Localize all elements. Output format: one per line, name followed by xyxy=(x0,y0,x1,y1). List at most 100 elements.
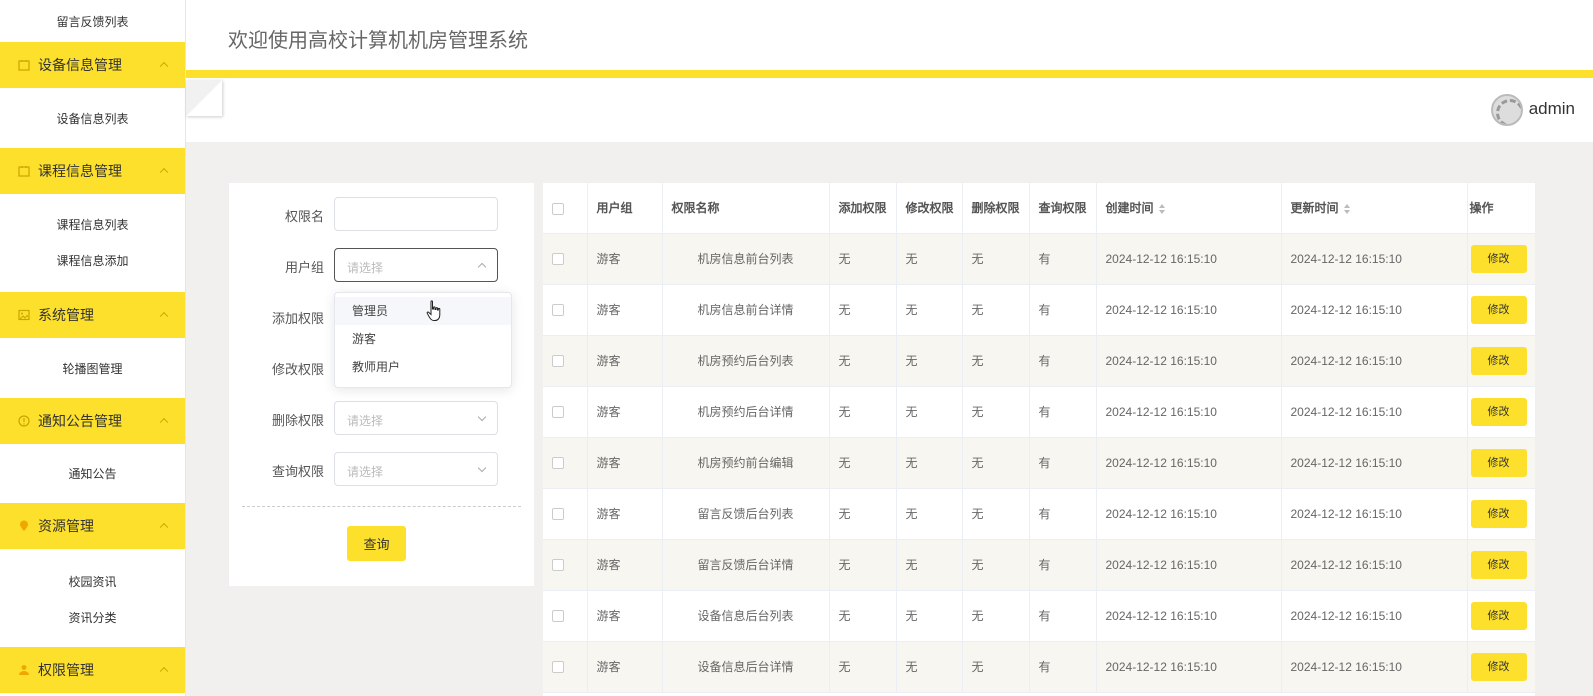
table-row: 游客 机房预约后台列表无无无有 2024-12-12 16:15:10 2024-12… xyxy=(543,335,1535,387)
row-checkbox[interactable] xyxy=(552,559,564,572)
col-header-created[interactable]: 创建时间 xyxy=(1096,183,1282,234)
sidebar-group-notice[interactable]: 通知公告管理 xyxy=(0,398,185,444)
sidebar-item-notice[interactable]: 通知公告 xyxy=(0,444,185,503)
edit-button[interactable]: 修改 xyxy=(1470,448,1527,477)
cell-user-group: 游客 xyxy=(587,590,663,642)
col-header: 权限名称 xyxy=(662,183,830,234)
cell-query: 有 xyxy=(1029,386,1097,438)
edit-button[interactable]: 修改 xyxy=(1470,346,1527,375)
chevron-up-icon xyxy=(159,522,169,532)
edit-button[interactable]: 修改 xyxy=(1470,550,1527,579)
cell-actions: 修改 xyxy=(1467,233,1535,285)
cell-actions: 修改 xyxy=(1467,539,1535,591)
cell-perm-name: 机房信息前台列表 xyxy=(662,233,830,285)
row-checkbox[interactable] xyxy=(552,661,564,674)
form-row-query: 查询权限 请选择 xyxy=(229,452,534,486)
cell-add: 无 xyxy=(829,335,897,387)
sidebar-item-carousel[interactable]: 轮播图管理 xyxy=(0,338,185,398)
edit-button[interactable]: 修改 xyxy=(1470,397,1527,426)
form-row-perm-name: 权限名 xyxy=(229,197,534,231)
cell-actions: 修改 xyxy=(1467,641,1535,693)
perm-name-input[interactable] xyxy=(334,197,498,231)
dropdown-option-teacher[interactable]: 教师用户 xyxy=(335,353,511,381)
cell-updated: 2024-12-12 16:15:10 xyxy=(1281,335,1468,387)
row-checkbox[interactable] xyxy=(552,508,564,521)
sidebar-group-device[interactable]: 设备信息管理 xyxy=(0,42,185,88)
sidebar-group-course[interactable]: 课程信息管理 xyxy=(0,148,185,194)
divider xyxy=(242,506,521,507)
sidebar-group-resources[interactable]: 资源管理 xyxy=(0,503,185,549)
sidebar-item-course-add[interactable]: 课程信息添加 xyxy=(0,242,185,292)
cell-add: 无 xyxy=(829,386,897,438)
user-group-select[interactable]: 请选择 xyxy=(334,248,498,282)
edit-button[interactable]: 修改 xyxy=(1470,601,1527,630)
username[interactable]: admin xyxy=(1529,99,1575,119)
sidebar-group-system[interactable]: 系统管理 xyxy=(0,292,185,338)
row-checkbox[interactable] xyxy=(552,253,564,266)
dropdown-option-guest[interactable]: 游客 xyxy=(335,325,511,353)
sidebar-item-news-category[interactable]: 资讯分类 xyxy=(0,599,185,647)
cell-delete: 无 xyxy=(962,641,1030,693)
cell-perm-name: 机房预约后台详情 xyxy=(662,386,830,438)
cell-user-group: 游客 xyxy=(587,335,663,387)
delete-perm-select[interactable]: 请选择 xyxy=(334,401,498,435)
select-all-checkbox[interactable] xyxy=(552,202,564,215)
query-perm-select[interactable]: 请选择 xyxy=(334,452,498,486)
table-row: 游客 设备信息后台列表无无无有 2024-12-12 16:15:10 2024-12… xyxy=(543,590,1535,642)
page-title: 欢迎使用高校计算机机房管理系统 xyxy=(228,30,528,52)
table-row: 游客 机房预约后台详情无无无有 2024-12-12 16:15:10 2024-12… xyxy=(543,386,1535,438)
query-button[interactable]: 查询 xyxy=(347,526,406,561)
edit-button[interactable]: 修改 xyxy=(1470,652,1527,681)
row-select-cell xyxy=(543,488,588,540)
query-perm-placeholder: 请选择 xyxy=(347,465,384,479)
row-checkbox[interactable] xyxy=(552,304,564,317)
cell-add: 无 xyxy=(829,437,897,489)
calendar-icon xyxy=(18,166,30,177)
edit-button[interactable]: 修改 xyxy=(1470,295,1527,324)
sidebar-item-course-list[interactable]: 课程信息列表 xyxy=(0,194,185,242)
cell-updated: 2024-12-12 16:15:10 xyxy=(1281,488,1468,540)
table-row: 游客 机房信息前台详情无无无有 2024-12-12 16:15:10 2024-12… xyxy=(543,284,1535,336)
table-row: 游客 设备信息后台详情无无无有 2024-12-12 16:15:10 2024-12… xyxy=(543,641,1535,693)
avatar[interactable] xyxy=(1491,94,1523,126)
dropdown-option-admin[interactable]: 管理员 xyxy=(335,297,511,325)
cell-perm-name: 设备信息后台详情 xyxy=(662,641,830,693)
cell-add: 无 xyxy=(829,284,897,336)
modify-perm-label: 修改权限 xyxy=(271,362,324,377)
cell-query: 有 xyxy=(1029,233,1097,285)
sort-icon[interactable] xyxy=(1158,204,1165,215)
row-checkbox[interactable] xyxy=(552,457,564,470)
user-group-dropdown: 管理员 游客 教师用户 xyxy=(334,292,512,388)
edit-button[interactable]: 修改 xyxy=(1470,499,1527,528)
sidebar-item-campus-news[interactable]: 校园资讯 xyxy=(0,549,185,599)
table-row: 游客 留言反馈后台列表无无无有 2024-12-12 16:15:10 2024-12… xyxy=(543,488,1535,540)
query-perm-label: 查询权限 xyxy=(271,464,324,479)
cell-perm-name: 机房信息前台详情 xyxy=(662,284,830,336)
chevron-up-icon xyxy=(159,311,169,321)
cell-delete: 无 xyxy=(962,335,1030,387)
chevron-up-icon xyxy=(159,417,169,427)
edit-button[interactable]: 修改 xyxy=(1470,244,1527,273)
cell-actions: 修改 xyxy=(1467,488,1535,540)
cell-modify: 无 xyxy=(896,641,963,693)
collapse-toggle[interactable] xyxy=(186,80,222,116)
sort-icon[interactable] xyxy=(1343,204,1350,215)
col-header-updated[interactable]: 更新时间 xyxy=(1281,183,1468,234)
sidebar-group-permission[interactable]: 权限管理 xyxy=(0,647,185,693)
cell-modify: 无 xyxy=(896,437,963,489)
cell-query: 有 xyxy=(1029,488,1097,540)
row-checkbox[interactable] xyxy=(552,406,564,419)
calendar-icon xyxy=(18,60,30,71)
user-group-label: 用户组 xyxy=(284,260,324,275)
row-checkbox[interactable] xyxy=(552,610,564,623)
sidebar-item-feedback-list[interactable]: 留言反馈列表 xyxy=(0,0,185,42)
cell-modify: 无 xyxy=(896,284,963,336)
col-header: 操作 xyxy=(1467,183,1535,234)
cell-perm-name: 机房预约后台列表 xyxy=(662,335,830,387)
col-header: 查询权限 xyxy=(1029,183,1097,234)
cell-modify: 无 xyxy=(896,539,963,591)
col-header-label: 更新时间 xyxy=(1290,201,1339,216)
row-checkbox[interactable] xyxy=(552,355,564,368)
sidebar-item-device-list[interactable]: 设备信息列表 xyxy=(0,88,185,148)
cell-user-group: 游客 xyxy=(587,233,663,285)
